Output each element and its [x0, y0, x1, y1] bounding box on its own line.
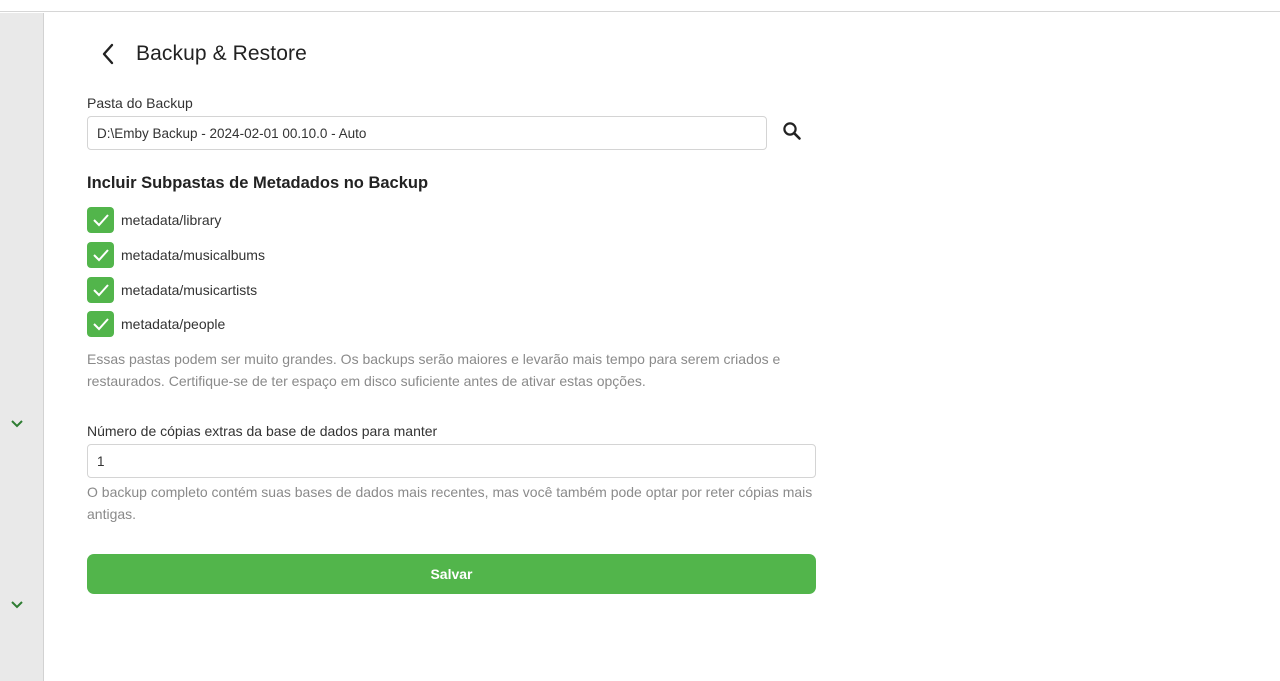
check-icon	[92, 284, 109, 297]
db-copies-label: Número de cópias extras da base de dados…	[87, 423, 438, 439]
chevron-left-icon	[102, 43, 114, 65]
checkbox-box[interactable]	[87, 207, 114, 233]
check-icon	[92, 214, 109, 227]
search-icon	[783, 122, 801, 140]
checkbox-label: metadata/musicartists	[121, 282, 258, 298]
checkbox-metadata-people[interactable]: metadata/people	[87, 311, 225, 337]
check-icon	[92, 318, 109, 331]
save-button[interactable]: Salvar	[87, 554, 816, 594]
page-header: Backup & Restore	[94, 39, 307, 69]
check-icon	[92, 249, 109, 262]
checkbox-label: metadata/musicalbums	[121, 247, 265, 263]
metadata-section-title: Incluir Subpastas de Metadados no Backup	[87, 174, 429, 192]
page-title: Backup & Restore	[136, 42, 307, 65]
backup-folder-input[interactable]	[87, 116, 767, 150]
backup-folder-label: Pasta do Backup	[87, 95, 193, 111]
checkbox-box[interactable]	[87, 242, 114, 268]
browse-folder-button[interactable]	[778, 117, 806, 145]
checkbox-metadata-musicalbums[interactable]: metadata/musicalbums	[87, 242, 265, 268]
checkbox-label: metadata/people	[121, 316, 226, 332]
checkbox-box[interactable]	[87, 277, 114, 303]
checkbox-metadata-library[interactable]: metadata/library	[87, 207, 221, 233]
main-content: Backup & Restore Pasta do Backup Incluir…	[44, 13, 1280, 681]
checkbox-metadata-musicartists[interactable]: metadata/musicartists	[87, 277, 257, 303]
sidebar	[0, 13, 44, 681]
back-button[interactable]	[94, 40, 122, 68]
sidebar-expand-chevron-down-icon[interactable]	[9, 416, 25, 432]
checkbox-label: metadata/library	[121, 212, 222, 228]
sidebar-expand-chevron-down-icon[interactable]	[9, 597, 25, 613]
checkbox-box[interactable]	[87, 311, 114, 337]
metadata-help-text: Essas pastas podem ser muito grandes. Os…	[87, 351, 781, 389]
db-copies-help-text: O backup completo contém suas bases de d…	[87, 484, 813, 522]
top-border	[0, 0, 1280, 12]
db-copies-input[interactable]	[87, 444, 816, 478]
